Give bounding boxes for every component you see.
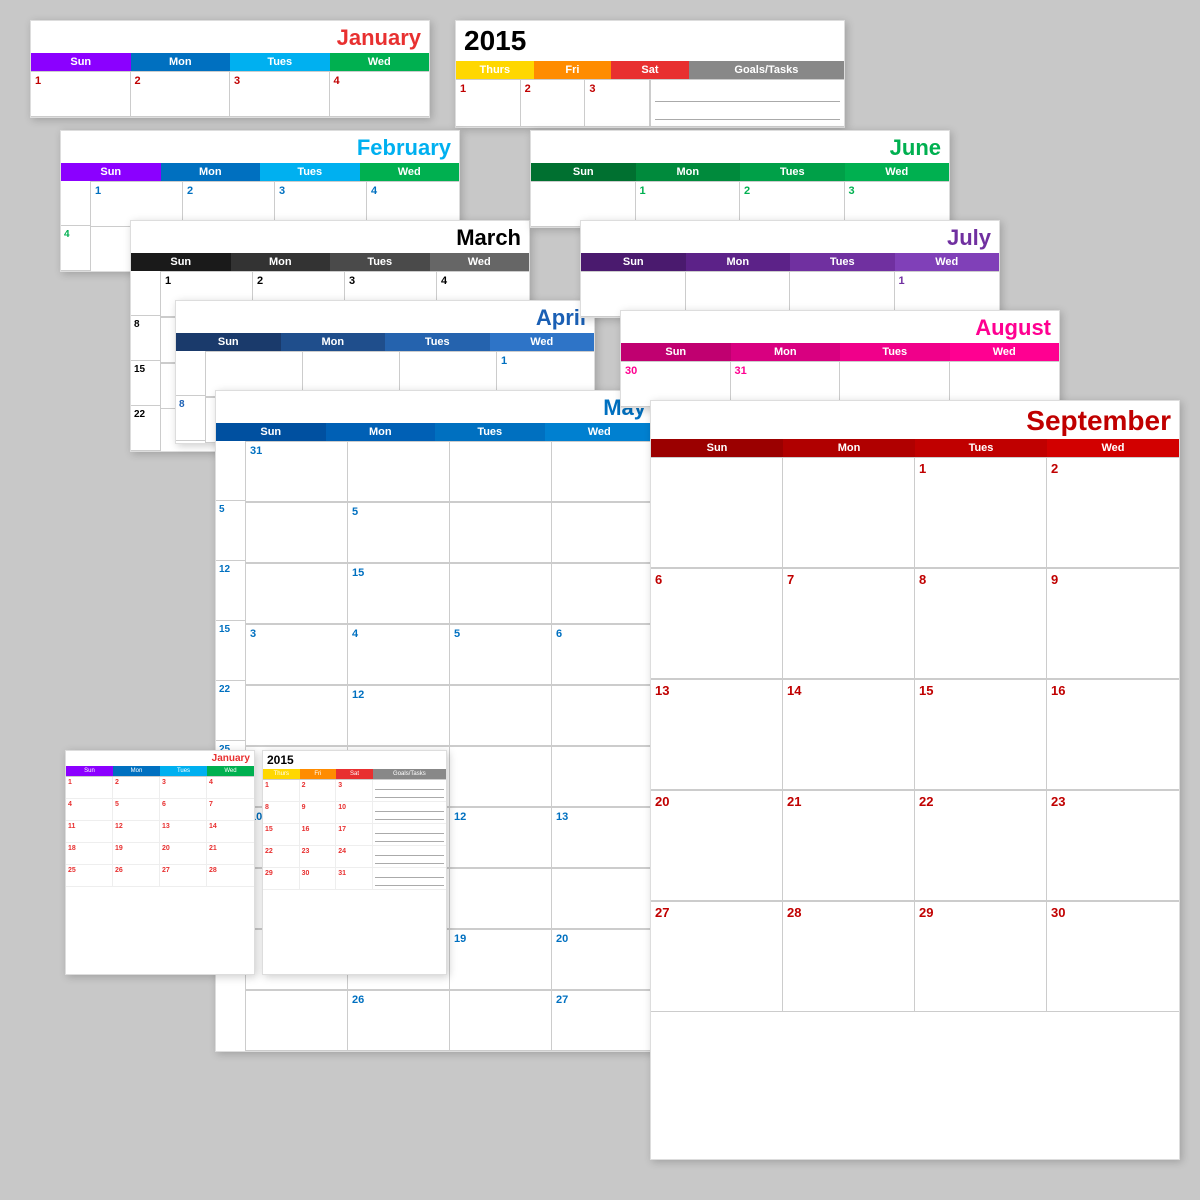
mar-side-22: 22 — [131, 406, 160, 451]
jan-thu-cell: 1 — [456, 80, 521, 127]
feb-wed-header: Wed — [360, 163, 460, 181]
jul-mon-header: Mon — [686, 253, 791, 271]
feb-sun-header: Sun — [61, 163, 161, 181]
jun-mon-header: Mon — [636, 163, 741, 181]
goals-header: Goals/Tasks — [689, 61, 844, 79]
jan-goals-cell — [650, 80, 844, 127]
jul-tue-header: Tues — [790, 253, 895, 271]
august-title: August — [975, 311, 1059, 343]
jan-sun-header: Sun — [31, 53, 131, 71]
sep-wed-header: Wed — [1047, 439, 1179, 457]
jul-wed-header: Wed — [895, 253, 1000, 271]
june-day-headers: Sun Mon Tues Wed — [531, 163, 949, 181]
feb-side-4: 4 — [61, 226, 90, 271]
jan-cell: 4 — [330, 72, 430, 117]
jun-tue-header: Tues — [740, 163, 845, 181]
feb-tue-header: Tues — [260, 163, 360, 181]
jan-mon-header: Mon — [131, 53, 231, 71]
sep-mon-header: Mon — [783, 439, 915, 457]
aug-sun-header: Sun — [621, 343, 731, 361]
january-right-page: 2015 Thurs Fri Sat Goals/Tasks 1 2 3 — [455, 20, 845, 128]
sep-row2: 6 7 8 9 — [651, 568, 1179, 679]
feb-side: 4 — [61, 181, 91, 271]
mar-side: 8 15 22 — [131, 271, 161, 451]
sat-header: Sat — [611, 61, 689, 79]
may-day-headers: Sun Mon Tues Wed — [216, 423, 654, 441]
jan-wed-header: Wed — [330, 53, 430, 71]
mar-side-15: 15 — [131, 361, 160, 406]
mar-mon-header: Mon — [231, 253, 331, 271]
august-day-headers: Sun Mon Tues Wed — [621, 343, 1059, 361]
jan-tue-header: Tues — [230, 53, 330, 71]
preview-2015-side: 2015 Thurs Fri Sat Goals/Tasks 1 2 3 8 9… — [262, 750, 447, 975]
may-sun-header: Sun — [216, 423, 326, 441]
july-page: July Sun Mon Tues Wed 1 — [580, 220, 1000, 318]
year-title: 2015 — [464, 25, 526, 57]
june-page: June Sun Mon Tues Wed 1 2 3 — [530, 130, 950, 228]
feb-mon-header: Mon — [161, 163, 261, 181]
june-title: June — [890, 131, 949, 163]
september-title: September — [1026, 401, 1179, 439]
may-wed-header: Wed — [545, 423, 655, 441]
may-mon-header: Mon — [326, 423, 436, 441]
jan-right-headers: Thurs Fri Sat Goals/Tasks — [456, 61, 844, 79]
apr-tue-header: Tues — [385, 333, 490, 351]
sep-row1: 1 2 — [651, 457, 1179, 568]
mar-sun-header: Sun — [131, 253, 231, 271]
april-day-headers: Sun Mon Tues Wed — [176, 333, 594, 351]
may-side-5: 5 — [216, 501, 245, 561]
january-title: January — [31, 21, 429, 53]
january-day-headers: Sun Mon Tues Wed — [31, 53, 429, 71]
jan-cell: 3 — [230, 72, 330, 117]
apr-side-8: 8 — [176, 396, 205, 441]
aug-mon-header: Mon — [731, 343, 841, 361]
preview-january: January Sun Mon Tues Wed 1 2 3 4 4 5 6 7… — [65, 750, 255, 975]
february-day-headers: Sun Mon Tues Wed — [61, 163, 459, 181]
january-page: January Sun Mon Tues Wed 1 2 3 4 — [30, 20, 430, 118]
jan-cell: 2 — [131, 72, 231, 117]
mar-side-8: 8 — [131, 316, 160, 361]
jun-wed-header: Wed — [845, 163, 950, 181]
apr-mon-header: Mon — [281, 333, 386, 351]
jul-sun-header: Sun — [581, 253, 686, 271]
mar-wed-header: Wed — [430, 253, 530, 271]
september-day-headers: Sun Mon Tues Wed — [651, 439, 1179, 457]
mar-tue-header: Tues — [330, 253, 430, 271]
aug-tue-header: Tues — [840, 343, 950, 361]
jan-right-row1: 1 2 3 — [456, 79, 844, 127]
may-side-12: 12 — [216, 561, 245, 621]
sep-row5: 27 28 29 30 — [651, 901, 1179, 1012]
sep-tue-header: Tues — [915, 439, 1047, 457]
sep-row4: 20 21 22 23 — [651, 790, 1179, 901]
thurs-header: Thurs — [456, 61, 534, 79]
july-title: July — [947, 221, 999, 253]
may-side-22: 22 — [216, 681, 245, 741]
jan-cell: 1 — [31, 72, 131, 117]
march-day-headers: Sun Mon Tues Wed — [131, 253, 529, 271]
fri-header: Fri — [534, 61, 612, 79]
apr-wed-header: Wed — [490, 333, 595, 351]
sep-sun-header: Sun — [651, 439, 783, 457]
january-grid: 1 2 3 4 — [31, 71, 429, 117]
apr-sun-header: Sun — [176, 333, 281, 351]
september-page: September Sun Mon Tues Wed 1 2 6 7 8 9 1… — [650, 400, 1180, 1160]
may-side-15: 15 — [216, 621, 245, 681]
sep-row3: 13 14 15 16 — [651, 679, 1179, 790]
jan-sat-cell: 3 — [585, 80, 650, 127]
february-title: February — [357, 131, 459, 163]
feb-side-1 — [61, 181, 90, 226]
july-day-headers: Sun Mon Tues Wed — [581, 253, 999, 271]
jun-sun-header: Sun — [531, 163, 636, 181]
aug-wed-header: Wed — [950, 343, 1060, 361]
august-page: August Sun Mon Tues Wed 30 31 — [620, 310, 1060, 408]
march-title: March — [456, 221, 529, 253]
may-tue-header: Tues — [435, 423, 545, 441]
jan-fri-cell: 2 — [521, 80, 586, 127]
